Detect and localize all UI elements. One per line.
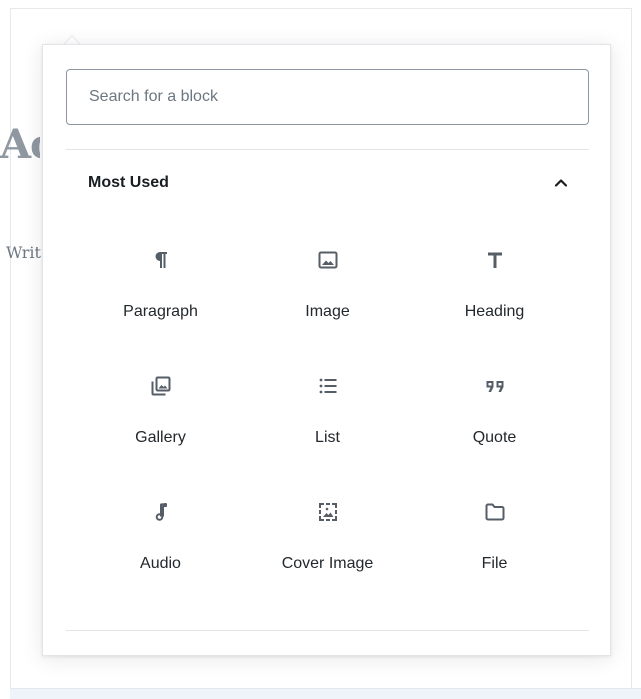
block-label: Heading <box>464 303 525 320</box>
block-item-gallery[interactable]: Gallery <box>77 357 244 483</box>
block-item-image[interactable]: Image <box>244 231 411 357</box>
paragraph-icon <box>147 246 175 274</box>
list-icon <box>314 372 342 400</box>
panel-title: Most Used <box>88 174 169 191</box>
block-label: Gallery <box>135 429 186 446</box>
block-item-file[interactable]: File <box>411 483 578 609</box>
audio-icon <box>147 498 175 526</box>
post-title-fragment: Ac <box>0 121 40 168</box>
block-label: Cover Image <box>281 555 374 572</box>
block-search-input[interactable] <box>66 69 589 125</box>
block-label: List <box>315 429 340 446</box>
block-label: Audio <box>140 555 181 572</box>
block-item-cover-image[interactable]: Cover Image <box>244 483 411 609</box>
block-item-heading[interactable]: Heading <box>411 231 578 357</box>
block-inserter-popover: Most Used Paragraph Image <box>42 44 611 656</box>
quote-icon <box>481 372 509 400</box>
chevron-up-icon <box>554 179 568 187</box>
block-item-quote[interactable]: Quote <box>411 357 578 483</box>
block-item-list[interactable]: List <box>244 357 411 483</box>
divider <box>66 630 589 631</box>
block-label: Quote <box>472 429 517 446</box>
file-icon <box>481 498 509 526</box>
block-label: File <box>481 555 508 572</box>
heading-icon <box>481 246 509 274</box>
image-icon <box>314 246 342 274</box>
most-used-panel-toggle[interactable]: Most Used <box>66 161 589 207</box>
cover-image-icon <box>314 498 342 526</box>
editor-bottom-strip <box>10 688 641 699</box>
block-item-paragraph[interactable]: Paragraph <box>77 231 244 357</box>
block-list: Paragraph Image Heading Gallery List Quo… <box>77 231 578 609</box>
gallery-icon <box>147 372 175 400</box>
block-item-audio[interactable]: Audio <box>77 483 244 609</box>
block-label: Image <box>305 303 350 320</box>
divider <box>66 149 589 150</box>
post-content-fragment: Writ <box>6 243 41 262</box>
block-label: Paragraph <box>123 303 198 320</box>
